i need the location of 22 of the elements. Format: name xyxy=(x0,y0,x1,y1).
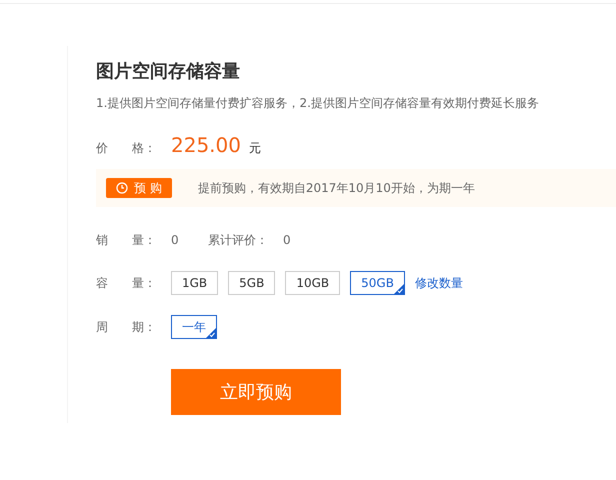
stat-label: 销 量： xyxy=(96,232,157,249)
price-unit: 元 xyxy=(248,140,261,157)
product-title: 图片空间存储容量 xyxy=(96,60,241,84)
edit-quantity-link[interactable]: 修改数量 xyxy=(414,274,463,292)
check-corner-icon xyxy=(394,284,404,294)
clock-icon xyxy=(116,182,128,194)
capacity-label: 容 量： xyxy=(96,275,157,292)
price-amount: 225.00 xyxy=(171,133,241,157)
check-corner-icon xyxy=(206,328,216,338)
option-button[interactable]: 5GB xyxy=(228,271,276,295)
presale-badge: 预 购 xyxy=(106,178,172,198)
option-button[interactable]: 一年 xyxy=(171,315,217,339)
period-label: 周 期： xyxy=(96,319,157,336)
presale-note: 提前预购，有效期自2017年10月10开始，为期一年 xyxy=(198,180,475,197)
stat-value: 0 xyxy=(171,232,178,249)
price-label: 价 格： xyxy=(96,140,157,157)
option-button[interactable]: 10GB xyxy=(285,271,340,295)
option-button[interactable]: 1GB xyxy=(171,271,218,295)
stat-label: 累计评价： xyxy=(208,232,269,249)
option-button[interactable]: 50GB xyxy=(350,271,405,295)
product-description: 1.提供图片空间存储量付费扩容服务，2.提供图片空间存储容量有效期付费延长服务 xyxy=(96,95,540,111)
stat-value: 0 xyxy=(283,232,290,249)
